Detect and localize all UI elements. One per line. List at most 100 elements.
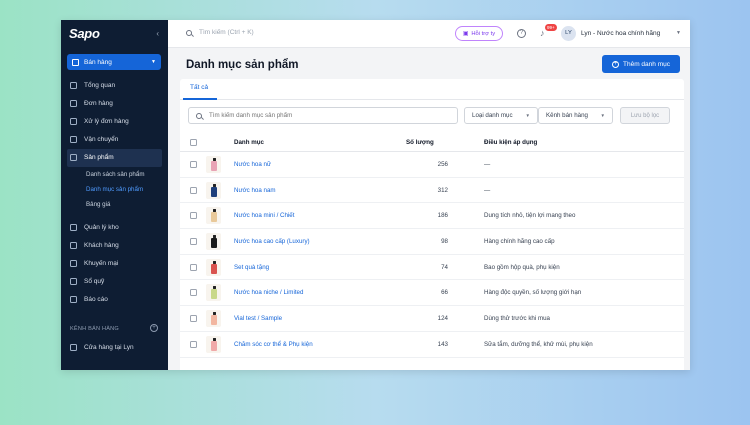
product-thumbnail [206, 258, 221, 276]
sales-channel-button[interactable]: Bán hàng ▼ [67, 54, 161, 70]
header-quantity[interactable]: Số lượng [396, 139, 452, 146]
row-image-cell [206, 207, 234, 225]
category-link[interactable]: Nước hoa cao cấp (Luxury) [234, 238, 310, 245]
category-link[interactable]: Nước hoa niche / Limited [234, 289, 303, 296]
store-icon [72, 58, 79, 66]
row-checkbox[interactable] [190, 263, 197, 271]
category-type-dropdown[interactable]: Loại danh mục ▼ [464, 107, 538, 124]
table-row[interactable]: Nước hoa cao cấp (Luxury) 98 Hàng chính hã… [180, 229, 684, 255]
row-image-cell [206, 155, 234, 173]
plus-icon: + [612, 60, 620, 68]
table-row[interactable]: Nước hoa nữ 256 — [180, 152, 684, 178]
quantity-cell: 256 [437, 160, 448, 168]
global-search[interactable]: Tìm kiếm (Ctrl + K) [186, 29, 254, 36]
sales-channel-dropdown[interactable]: Kênh bán hàng ▼ [538, 107, 613, 124]
add-channel-icon[interactable]: + [150, 324, 158, 332]
table-row[interactable]: Set quà tặng 74 Bao gồm hộp quà, phụ kiện [180, 255, 684, 281]
help-icon[interactable]: ? [517, 29, 526, 38]
avatar[interactable]: LY [561, 26, 576, 41]
condition-cell: Dùng thử trước khi mua [484, 314, 550, 322]
table-row[interactable]: Vial test / Sample 124 Dùng thử trước khi … [180, 306, 684, 332]
sidebar-item-warehouse[interactable]: Quản lý kho [61, 218, 168, 236]
select-all-cell [180, 139, 206, 146]
category-name-cell: Nước hoa cao cấp (Luxury) [234, 238, 396, 245]
sidebar-item-reports[interactable]: Báo cáo [61, 291, 168, 309]
dashboard-icon [70, 81, 77, 89]
condition-cell: Hàng chính hãng cao cấp [484, 237, 555, 245]
tab-all[interactable]: Tất cả [190, 84, 208, 91]
category-name-cell: Nước hoa niche / Limited [234, 289, 396, 296]
sidebar-item-label: Sổ quỹ [84, 278, 105, 286]
row-check-cell [180, 186, 206, 194]
sidebar-item-cashbook[interactable]: Sổ quỹ [61, 273, 168, 291]
order-icon [70, 99, 77, 107]
sidebar-item-process-orders[interactable]: Xử lý đơn hàng [61, 112, 168, 130]
select-all-checkbox[interactable] [190, 139, 197, 146]
table-row[interactable]: Nước hoa mini / Chiết 186 Dung tích nhỏ, t… [180, 203, 684, 230]
category-link[interactable]: Nước hoa mini / Chiết [234, 212, 294, 219]
bottle-shape [211, 212, 217, 223]
sidebar-item-products[interactable]: Sản phẩm [67, 148, 162, 167]
row-checkbox[interactable] [190, 340, 197, 348]
sidebar-item-promotions[interactable]: Khuyến mại [61, 254, 168, 272]
category-name-cell: Nước hoa nữ [234, 161, 396, 168]
category-table: Danh mục Số lượng Điều kiện áp dụng Nước… [180, 134, 684, 358]
row-checkbox[interactable] [190, 160, 197, 168]
sidebar-item-label: Xử lý đơn hàng [84, 117, 129, 125]
search-icon [196, 112, 202, 119]
category-name-cell: Nước hoa mini / Chiết [234, 212, 396, 219]
product-thumbnail [206, 181, 221, 199]
sidebar-item-customers[interactable]: Khách hàng [61, 236, 168, 254]
table-row[interactable]: Nước hoa niche / Limited 66 Hàng độc quyền… [180, 280, 684, 307]
global-search-placeholder: Tìm kiếm (Ctrl + K) [199, 29, 254, 36]
sidebar-item-store[interactable]: Cửa hàng tại Lyn [70, 344, 134, 351]
category-link[interactable]: Vial test / Sample [234, 315, 282, 322]
row-checkbox[interactable] [190, 186, 197, 194]
quantity-cell: 143 [437, 340, 448, 348]
category-link[interactable]: Nước hoa nữ [234, 161, 271, 168]
sidebar-subitem-price-list[interactable]: Bảng giá [61, 197, 168, 212]
category-search-input[interactable] [209, 112, 449, 119]
header-category[interactable]: Danh mục [234, 139, 396, 146]
row-checkbox[interactable] [190, 212, 197, 220]
category-link[interactable]: Set quà tặng [234, 264, 269, 271]
sidebar-item-label: Báo cáo [84, 296, 108, 304]
sidebar-item-shipping[interactable]: Vận chuyển [61, 131, 168, 149]
product-thumbnail [206, 232, 221, 250]
store-label: Cửa hàng tại Lyn [84, 344, 134, 351]
table-row[interactable]: Chăm sóc cơ thể & Phụ kiện 143 Sữa tắm, dư… [180, 332, 684, 358]
category-search[interactable] [188, 107, 458, 124]
tab-indicator [183, 98, 217, 100]
save-filter-button[interactable]: Lưu bộ lọc [620, 107, 670, 124]
quantity-cell: 74 [441, 263, 448, 271]
sidebar-item-overview[interactable]: Tổng quan [61, 76, 168, 94]
row-image-cell [206, 284, 234, 302]
row-checkbox[interactable] [190, 314, 197, 322]
condition-cell: Hàng độc quyền, số lượng giới hạn [484, 289, 582, 297]
sapo-logo: Sapo [69, 26, 100, 41]
row-check-cell [180, 212, 206, 220]
chevron-down-icon[interactable]: ▼ [676, 30, 681, 36]
category-link[interactable]: Chăm sóc cơ thể & Phụ kiện [234, 341, 313, 348]
sidebar-item-orders[interactable]: Đơn hàng [61, 94, 168, 112]
report-icon [70, 296, 77, 304]
quantity-cell: 312 [437, 186, 448, 194]
row-check-cell [180, 289, 206, 297]
support-button[interactable]: ▣ Hỗi trợ ty [455, 26, 503, 41]
sidebar-subitem-product-list[interactable]: Danh sách sản phẩm [61, 167, 168, 182]
table-row[interactable]: Nước hoa nam 312 — [180, 178, 684, 204]
sidebar-item-label: Khách hàng [84, 241, 119, 249]
chevron-left-icon[interactable]: ‹ [156, 29, 159, 38]
app-window: Sapo ‹ Bán hàng ▼ Tổng quan Đơn hàng Xử … [61, 20, 690, 370]
user-name[interactable]: Lyn - Nước hoa chính hãng [581, 30, 660, 37]
bottle-shape [211, 314, 217, 325]
condition-cell: Sữa tắm, dưỡng thể, khử mùi, phụ kiện [484, 340, 593, 348]
search-icon [186, 29, 192, 36]
product-thumbnail [206, 207, 221, 225]
row-checkbox[interactable] [190, 237, 197, 245]
category-link[interactable]: Nước hoa nam [234, 187, 276, 194]
category-name-cell: Nước hoa nam [234, 187, 396, 194]
add-category-button[interactable]: + Thêm danh mục [602, 55, 680, 73]
row-checkbox[interactable] [190, 289, 197, 297]
sidebar-subitem-product-categories[interactable]: Danh mục sản phẩm [61, 182, 168, 197]
